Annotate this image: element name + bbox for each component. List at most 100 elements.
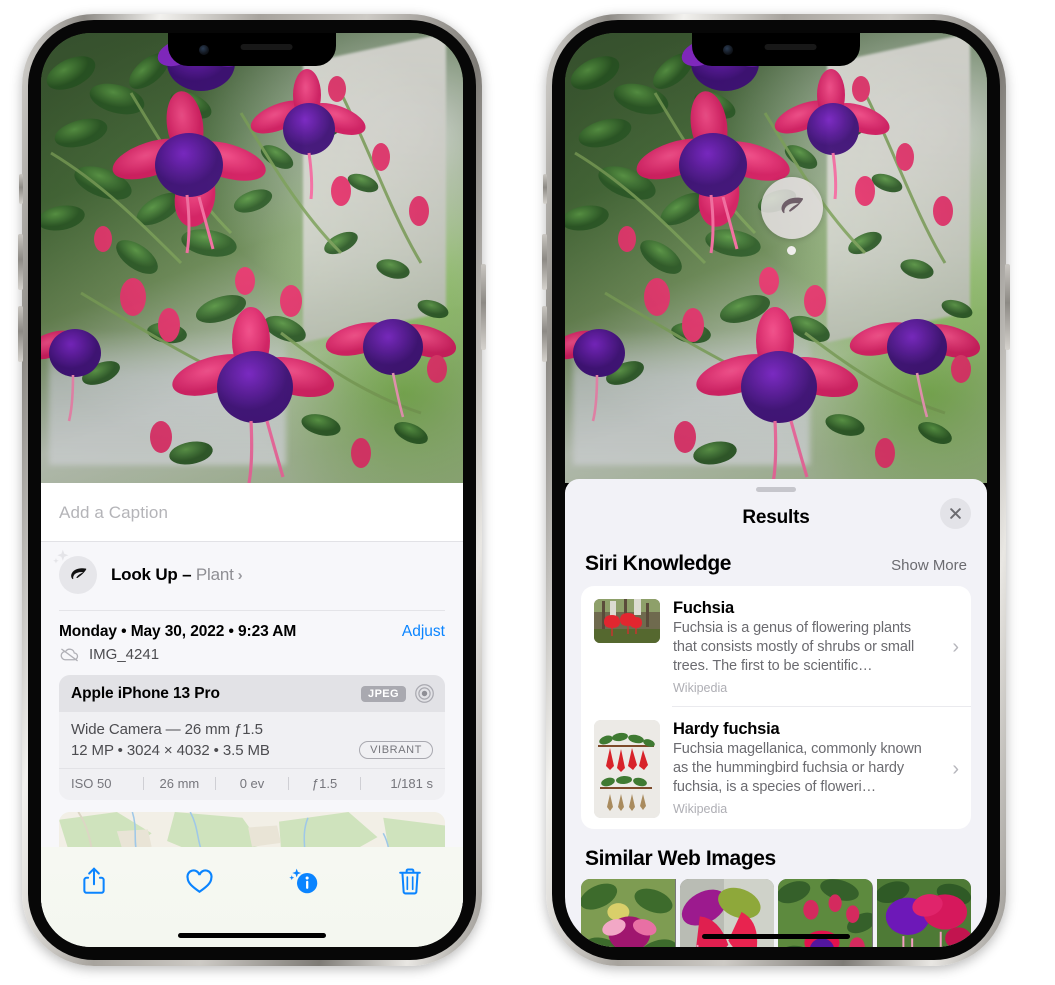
trash-icon: [399, 867, 422, 894]
volume-down-button[interactable]: [18, 306, 23, 362]
photo-viewer[interactable]: [41, 33, 463, 483]
exif-ev: 0 ev: [239, 776, 265, 791]
format-badge: JPEG: [361, 685, 406, 702]
results-title: Results: [742, 507, 810, 528]
camera-info-card[interactable]: Apple iPhone 13 Pro JPEG Wide Camera — 2…: [59, 675, 445, 800]
knowledge-card: Fuchsia Fuchsia is a genus of flowering …: [581, 586, 971, 829]
knowledge-row[interactable]: Hardy fuchsia Fuchsia magellanica, commo…: [581, 707, 971, 829]
notch: [692, 33, 860, 66]
specs-row: 12 MP • 3024 × 4032 • 3.5 MB VIBRANT: [71, 741, 433, 759]
mute-switch[interactable]: [543, 174, 547, 204]
leaf-chip: [53, 549, 97, 594]
herbarium-photo: [594, 720, 660, 818]
photo-viewer[interactable]: [565, 33, 987, 483]
right-phone: Results Siri Knowledge Show More Fuchsia…: [542, 14, 1010, 966]
speaker-slot: [240, 44, 293, 50]
exif-iso: ISO 50: [71, 776, 112, 791]
volume-up-button[interactable]: [18, 234, 23, 290]
similar-photo-1: [581, 879, 676, 947]
front-camera-icon: [723, 45, 733, 55]
similar-images-header: Similar Web Images: [565, 829, 987, 879]
knowledge-text: Hardy fuchsia Fuchsia magellanica, commo…: [673, 720, 937, 816]
knowledge-title: Fuchsia: [673, 599, 734, 617]
right-screen: Results Siri Knowledge Show More Fuchsia…: [565, 33, 987, 947]
knowledge-thumbnail: [594, 599, 660, 643]
front-camera-icon: [199, 45, 209, 55]
date-row: Monday • May 30, 2022 • 9:23 AM Adjust: [59, 623, 445, 641]
lens-line: Wide Camera — 26 mm ƒ1.5: [71, 721, 263, 738]
camera-card-body: Wide Camera — 26 mm ƒ1.5 12 MP • 3024 × …: [59, 712, 445, 768]
adjust-button[interactable]: Adjust: [402, 623, 445, 641]
section-title: Siri Knowledge: [585, 552, 732, 575]
power-button[interactable]: [481, 264, 486, 350]
notch: [168, 33, 336, 66]
left-screen: Add a Caption Look Up – Plant › Monday •…: [41, 33, 463, 947]
knowledge-title: Hardy fuchsia: [673, 720, 780, 738]
look-up-subject: Plant: [195, 565, 234, 584]
exif-aperture: ƒ1.5: [311, 776, 338, 791]
info-button[interactable]: [282, 861, 328, 901]
share-button[interactable]: [71, 861, 117, 901]
filename: IMG_4241: [89, 646, 160, 663]
look-up-row[interactable]: Look Up – Plant ›: [41, 542, 463, 610]
cloud-slash-icon: [60, 648, 79, 662]
knowledge-source: Wikipedia: [673, 802, 728, 816]
leaf-icon: [781, 197, 804, 214]
camera-card-header: Apple iPhone 13 Pro JPEG: [59, 675, 445, 712]
heart-icon: [186, 868, 213, 893]
results-sheet: Results Siri Knowledge Show More Fuchsia…: [565, 479, 987, 947]
left-phone: Add a Caption Look Up – Plant › Monday •…: [18, 14, 486, 966]
camera-badges: JPEG: [361, 683, 435, 704]
section-title: Similar Web Images: [585, 847, 776, 870]
aperture-icon: [415, 684, 434, 703]
mute-switch[interactable]: [19, 174, 23, 204]
similar-photo-4: [876, 879, 971, 947]
volume-up-button[interactable]: [542, 234, 547, 290]
delete-button[interactable]: [387, 861, 433, 901]
look-up-text: Look Up: [111, 565, 178, 584]
style-badge: VIBRANT: [359, 741, 433, 759]
divider: [59, 610, 445, 611]
fuchsia-photo: [594, 599, 660, 643]
knowledge-source: Wikipedia: [673, 681, 728, 695]
caption-input[interactable]: Add a Caption: [41, 483, 463, 541]
results-header: Results: [565, 492, 987, 544]
chevron-right-icon: ›: [237, 567, 243, 584]
chevron-right-icon: ›: [952, 757, 959, 780]
photo-vignette: [41, 33, 463, 483]
share-icon: [83, 867, 105, 894]
power-button[interactable]: [1005, 264, 1010, 350]
visual-lookup-badge[interactable]: [761, 177, 823, 239]
knowledge-row[interactable]: Fuchsia Fuchsia is a genus of flowering …: [581, 586, 971, 706]
photo-date: Monday • May 30, 2022 • 9:23 AM: [59, 623, 297, 640]
exif-shutter: 1/181 s: [390, 776, 433, 791]
chevron-right-icon: ›: [952, 635, 959, 658]
visual-lookup-dot: [787, 246, 796, 255]
screenshot-root: Add a Caption Look Up – Plant › Monday •…: [0, 0, 1055, 985]
device-name: Apple iPhone 13 Pro: [71, 684, 220, 702]
siri-knowledge-header: Siri Knowledge Show More: [565, 544, 987, 586]
home-indicator[interactable]: [702, 934, 850, 939]
speaker-slot: [764, 44, 817, 50]
favorite-button[interactable]: [176, 861, 222, 901]
sparkles-icon: [53, 549, 69, 564]
knowledge-description: Fuchsia magellanica, commonly known as t…: [673, 741, 922, 795]
similar-image[interactable]: [581, 879, 676, 947]
filename-row: IMG_4241: [59, 646, 445, 663]
look-up-label: Look Up – Plant ›: [111, 565, 243, 585]
specs-line: 12 MP • 3024 × 4032 • 3.5 MB: [71, 741, 270, 759]
exif-focal: 26 mm: [159, 776, 200, 791]
look-up-dash: –: [177, 565, 196, 584]
knowledge-text: Fuchsia Fuchsia is a genus of flowering …: [673, 599, 937, 695]
photo-vignette: [565, 33, 987, 483]
knowledge-description: Fuchsia is a genus of flowering plants t…: [673, 620, 915, 674]
close-button[interactable]: [940, 498, 971, 529]
exif-row: ISO 50 26 mm 0 ev ƒ1.5 1/181 s: [59, 768, 445, 800]
show-more-button[interactable]: Show More: [891, 557, 967, 574]
bottom-toolbar: [41, 847, 463, 947]
home-indicator[interactable]: [178, 933, 326, 938]
similar-image[interactable]: [876, 879, 971, 947]
knowledge-thumbnail: [594, 720, 660, 818]
close-icon: [950, 508, 961, 519]
volume-down-button[interactable]: [542, 306, 547, 362]
